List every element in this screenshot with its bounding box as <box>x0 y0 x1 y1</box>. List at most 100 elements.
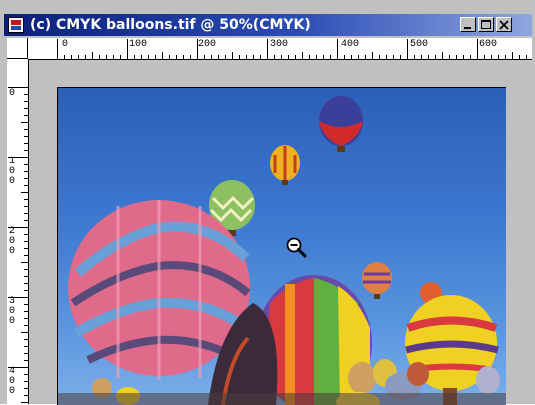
ruler-tick <box>24 339 28 340</box>
ruler-origin[interactable] <box>7 38 28 59</box>
ruler-label: 400 <box>9 366 16 397</box>
ruler-tick <box>24 318 28 319</box>
ruler-tick <box>498 55 499 59</box>
ruler-label: 200 <box>198 39 217 50</box>
ruler-tick <box>24 304 28 305</box>
ruler-tick <box>24 325 28 326</box>
ruler-tick <box>24 171 28 172</box>
ruler-tick <box>24 353 28 354</box>
balloons-image[interactable] <box>57 87 506 405</box>
ruler-label: 300 <box>270 39 289 50</box>
ruler-tick <box>24 234 28 235</box>
ruler-tick <box>24 94 28 95</box>
ruler-tick <box>24 283 28 284</box>
ruler-tick <box>106 55 107 59</box>
ruler-tick <box>134 55 135 59</box>
ruler-tick <box>24 360 28 361</box>
ruler-tick <box>456 55 457 59</box>
minimize-button[interactable] <box>460 17 476 32</box>
ruler-tick <box>407 39 408 59</box>
balloon-top-purple <box>319 96 363 152</box>
ruler-tick <box>351 55 352 59</box>
ruler-tick <box>24 199 28 200</box>
balloon-orange-small <box>362 262 392 299</box>
ruler-tick <box>176 55 177 59</box>
ruler-tick <box>8 367 28 368</box>
ruler-tick <box>24 108 28 109</box>
photoshop-document-icon[interactable] <box>8 17 24 33</box>
ruler-tick <box>239 55 240 59</box>
ruler-label: 0 <box>9 88 16 99</box>
ruler-tick <box>183 55 184 59</box>
ruler-tick <box>24 248 28 249</box>
ruler-tick <box>330 55 331 59</box>
ruler-tick <box>24 241 28 242</box>
ruler-tick <box>197 39 198 59</box>
ruler-tick <box>358 55 359 59</box>
ruler-tick <box>24 311 28 312</box>
balloons-photo <box>58 96 506 405</box>
ruler-tick <box>400 55 401 59</box>
ruler-tick <box>190 55 191 59</box>
ruler-tick <box>24 388 28 389</box>
ruler-tick <box>512 52 513 59</box>
ruler-label: 200 <box>9 226 16 257</box>
document-window: (c) CMYK balloons.tif @ 50%(CMYK) 0 100 … <box>0 0 535 405</box>
minimize-icon <box>464 27 471 29</box>
ruler-tick <box>113 55 114 59</box>
ruler-tick <box>442 52 443 59</box>
ruler-tick <box>155 55 156 59</box>
ruler-tick <box>24 395 28 396</box>
maximize-button[interactable] <box>478 17 494 32</box>
ruler-tick <box>24 269 28 270</box>
ruler-tick <box>127 39 128 59</box>
ruler-tick <box>71 55 72 59</box>
title-bar[interactable]: (c) CMYK balloons.tif @ 50%(CMYK) <box>4 14 532 36</box>
ruler-tick <box>148 55 149 59</box>
ruler-tick <box>85 55 86 59</box>
ruler-tick <box>379 55 380 59</box>
ruler-tick <box>21 262 28 263</box>
ruler-tick <box>309 55 310 59</box>
ruler-tick <box>162 52 163 59</box>
ruler-label: 500 <box>410 39 429 50</box>
ruler-tick <box>24 276 28 277</box>
close-icon <box>499 20 509 30</box>
ruler-tick <box>274 55 275 59</box>
ruler-tick <box>8 157 28 158</box>
ruler-tick <box>24 213 28 214</box>
ruler-tick <box>8 297 28 298</box>
ruler-tick <box>393 55 394 59</box>
ruler-tick <box>218 55 219 59</box>
maximize-icon <box>481 20 491 29</box>
ruler-tick <box>24 178 28 179</box>
ruler-tick <box>477 39 478 59</box>
ruler-tick <box>386 55 387 59</box>
ruler-tick <box>281 55 282 59</box>
ruler-label: 100 <box>129 39 148 50</box>
ruler-tick <box>428 55 429 59</box>
ruler-label: 600 <box>479 39 498 50</box>
balloon-small-yellow <box>270 145 300 185</box>
zoom-out-icon <box>285 237 309 261</box>
ruler-tick <box>24 346 28 347</box>
ruler-tick <box>414 55 415 59</box>
ruler-tick <box>267 39 268 59</box>
close-button[interactable] <box>496 17 512 32</box>
horizontal-ruler[interactable]: 0 100 200 300 400 500 600 <box>7 38 532 60</box>
ruler-tick <box>232 52 233 59</box>
ruler-tick <box>24 206 28 207</box>
ruler-tick <box>8 227 28 228</box>
ruler-tick <box>120 55 121 59</box>
ruler-tick <box>24 164 28 165</box>
ruler-tick <box>526 55 527 59</box>
ruler-tick <box>225 55 226 59</box>
ruler-tick <box>24 150 28 151</box>
ruler-tick <box>337 39 338 59</box>
ruler-tick <box>57 39 58 59</box>
vertical-ruler[interactable]: 0 100 200 300 400 <box>7 59 29 404</box>
ruler-label: 0 <box>62 39 69 50</box>
ruler-label: 300 <box>9 296 16 327</box>
ruler-tick <box>316 55 317 59</box>
ruler-tick <box>449 55 450 59</box>
